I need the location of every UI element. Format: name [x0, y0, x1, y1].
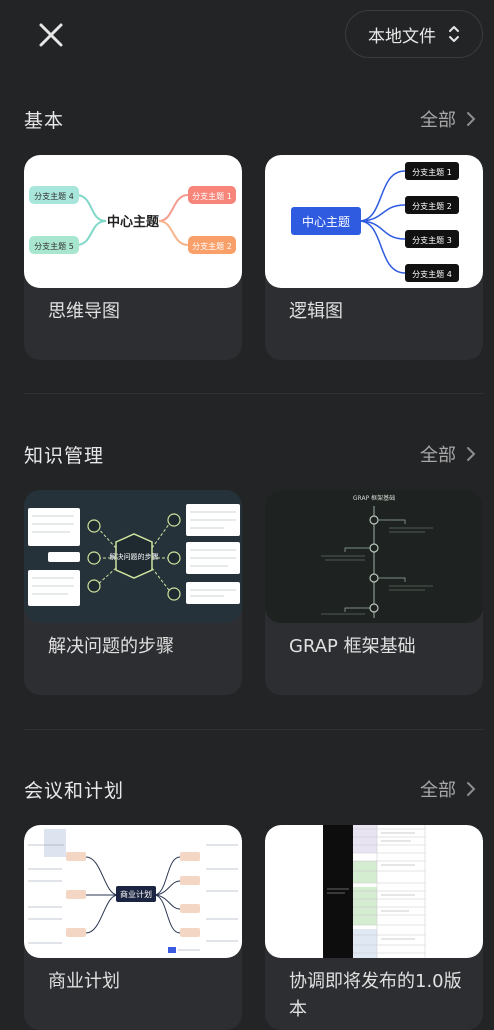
template-thumbnail-business-plan: 商业计划 — [24, 825, 242, 958]
close-icon — [39, 23, 63, 47]
section-all-knowledge-button[interactable]: 全部 — [420, 441, 476, 467]
section-all-basic-button[interactable]: 全部 — [420, 106, 476, 132]
template-label-logic: 逻辑图 — [289, 301, 343, 322]
thumb-branch-5: 分支主题 5 — [34, 241, 74, 251]
top-bar: 本地文件 — [0, 0, 494, 70]
template-card-mindmap[interactable]: 中心主题 分支主题 4 分支主题 5 分支主题 1 分支主题 2 思维导图 — [24, 155, 242, 360]
thumb-branch-4: 分支主题 4 — [412, 269, 452, 279]
local-files-button[interactable]: 本地文件 — [345, 10, 483, 58]
chevron-right-icon — [467, 782, 476, 796]
section-divider — [24, 393, 484, 394]
thumb-center-topic: 商业计划 — [120, 889, 152, 899]
section-divider — [24, 729, 484, 730]
template-thumbnail-logic: 中心主题 分支主题 1 分支主题 2 分支主题 3 分支主题 4 — [265, 155, 483, 288]
thumb-center-topic: 中心主题 — [302, 214, 350, 229]
thumb-title: GRAP 框架基础 — [353, 494, 395, 502]
template-thumbnail-problem-solving: 解决问题的步骤 — [24, 490, 242, 623]
chevron-right-icon — [467, 447, 476, 461]
template-card-logic[interactable]: 中心主题 分支主题 1 分支主题 2 分支主题 3 分支主题 4 逻辑图 — [265, 155, 483, 360]
template-label-business-plan: 商业计划 — [48, 971, 120, 992]
template-label-grap: GRAP 框架基础 — [289, 636, 416, 657]
template-card-grap[interactable]: GRAP 框架基础 GRAP 框架基础 — [265, 490, 483, 695]
template-card-business-plan[interactable]: 商业计划 商业计划 — [24, 825, 242, 1030]
section-title-basic: 基本 — [24, 110, 65, 132]
chevron-up-down-icon — [449, 26, 459, 42]
thumb-branch-1: 分支主题 1 — [412, 167, 452, 177]
template-card-problem-solving[interactable]: 解决问题的步骤 解决问题的步骤 — [24, 490, 242, 695]
template-label-problem-solving: 解决问题的步骤 — [48, 636, 174, 657]
section-all-label: 全部 — [420, 445, 456, 466]
section-all-label: 全部 — [420, 780, 456, 801]
template-thumbnail-grap: GRAP 框架基础 — [265, 490, 483, 623]
thumb-branch-4: 分支主题 4 — [34, 191, 74, 201]
section-title-knowledge: 知识管理 — [24, 445, 105, 467]
section-all-label: 全部 — [420, 110, 456, 131]
section-all-meetings-button[interactable]: 全部 — [420, 776, 476, 802]
template-label-mindmap: 思维导图 — [48, 301, 120, 322]
chevron-right-icon — [467, 112, 476, 126]
template-label-release-coordination: 协调即将发布的1.0版本 — [289, 971, 462, 1020]
close-button[interactable] — [36, 20, 66, 50]
thumb-center-topic: 中心主题 — [107, 214, 160, 230]
thumb-branch-2: 分支主题 2 — [412, 201, 452, 211]
thumb-branch-3: 分支主题 3 — [412, 235, 452, 245]
local-files-label: 本地文件 — [368, 26, 436, 47]
template-thumbnail-release-coordination — [265, 825, 483, 958]
thumb-center-topic: 解决问题的步骤 — [110, 552, 159, 561]
thumb-branch-2: 分支主题 2 — [192, 241, 232, 251]
section-title-meetings: 会议和计划 — [24, 780, 125, 802]
template-thumbnail-mindmap: 中心主题 分支主题 4 分支主题 5 分支主题 1 分支主题 2 — [24, 155, 242, 288]
thumb-branch-1: 分支主题 1 — [192, 191, 232, 201]
template-card-release-coordination[interactable]: 协调即将发布的1.0版本 — [265, 825, 483, 1030]
